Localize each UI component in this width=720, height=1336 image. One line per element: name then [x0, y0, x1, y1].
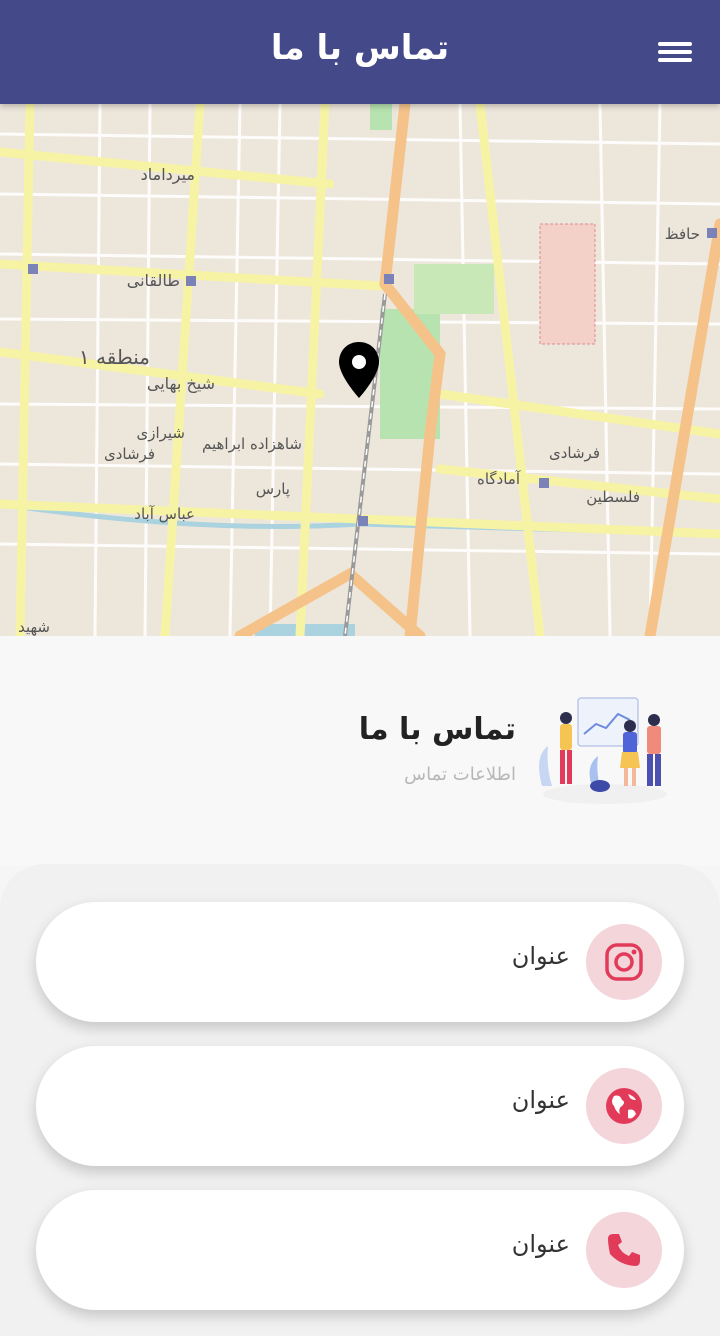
instagram-icon: [605, 943, 643, 981]
map-label: شهید: [18, 618, 50, 636]
map-label: پارس: [256, 480, 290, 499]
map-label: عباس آباد: [134, 505, 195, 523]
contact-item-label: عنوان: [511, 1230, 570, 1258]
map-label: فلسطین: [586, 488, 640, 506]
map-label: منطقه ۱: [79, 345, 150, 369]
section-title: تماس با ما: [358, 712, 516, 747]
team-illustration: [539, 697, 667, 804]
map-label: حافظ: [665, 225, 700, 243]
contact-item-label: عنوان: [511, 1086, 570, 1114]
hamburger-icon-bar: [658, 58, 692, 62]
globe-icon: [606, 1088, 642, 1124]
map-label: فرشادی: [549, 444, 600, 462]
page-title: تماس با ما: [270, 28, 450, 68]
menu-button[interactable]: [652, 36, 692, 68]
contact-intro: تماس با ما اطلاعات تماس: [0, 636, 720, 866]
map-label: شیخ بهایی: [147, 374, 215, 394]
contact-icon-badge: [586, 1068, 662, 1144]
contact-item-website[interactable]: عنوان: [36, 1046, 684, 1166]
map-view[interactable]: میرداماد طالقانی منطقه ۱ شیخ بهایی شاهزا…: [0, 104, 720, 636]
map-label: میرداماد: [141, 165, 195, 185]
phone-icon: [608, 1234, 640, 1266]
map-label: شیرازی: [136, 424, 185, 442]
map-label: فرشادی: [104, 445, 155, 463]
contact-icon-badge: [586, 1212, 662, 1288]
contact-item-label: عنوان: [511, 942, 570, 970]
contact-item-phone[interactable]: عنوان: [36, 1190, 684, 1310]
map-label: طالقانی: [127, 271, 180, 290]
section-subtitle: اطلاعات تماس: [404, 764, 516, 785]
location-pin-icon[interactable]: [336, 340, 382, 402]
map-label: آمادگاه: [477, 470, 521, 488]
map-label: شاهزاده ابراهیم: [202, 435, 302, 453]
contact-icon-badge: [586, 924, 662, 1000]
hamburger-icon-bar: [658, 50, 692, 54]
contact-item-instagram[interactable]: عنوان: [36, 902, 684, 1022]
hamburger-icon: [658, 42, 692, 46]
contact-list: عنوان عنوان عنوان: [0, 864, 720, 1336]
app-header: تماس با ما: [0, 0, 720, 104]
